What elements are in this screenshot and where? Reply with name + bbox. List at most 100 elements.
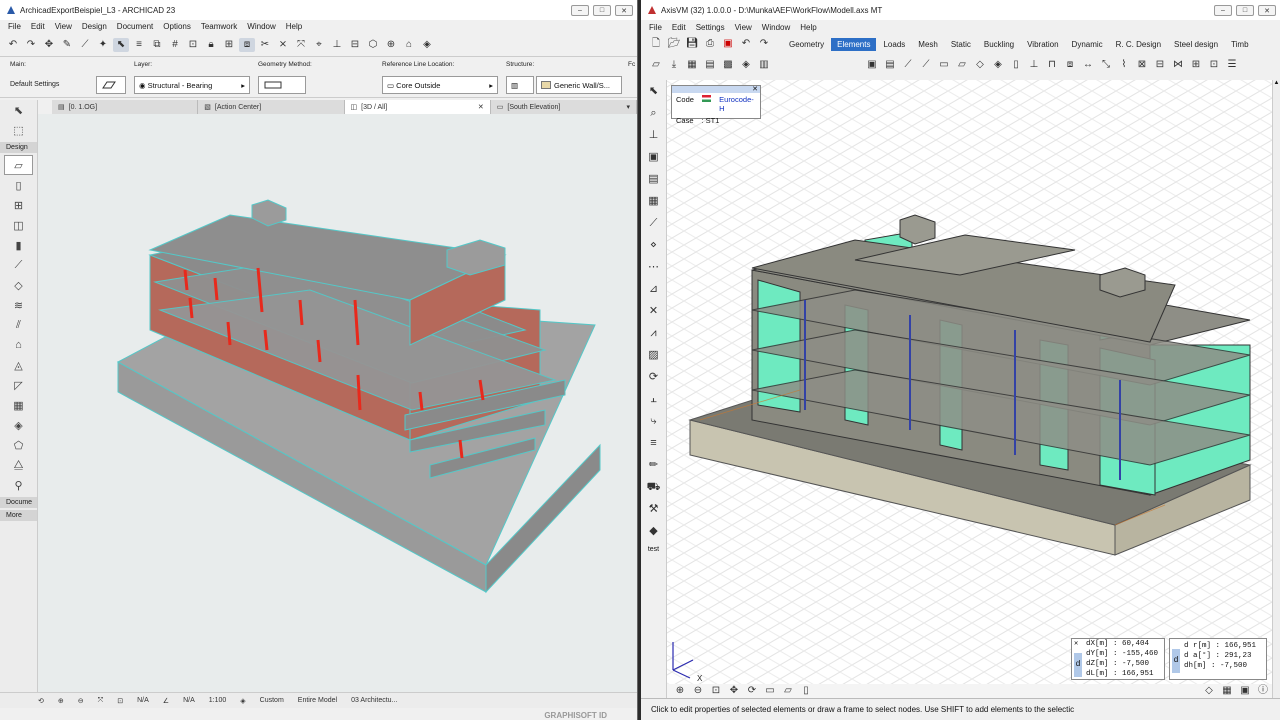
skylight-tool-icon[interactable]: ◸ [0, 375, 37, 395]
gallery-icon[interactable]: ▩ [720, 58, 736, 72]
mesh-tool-icon[interactable]: ⧋ [0, 455, 37, 475]
grid-snap-icon[interactable]: ⋯ [645, 260, 663, 276]
arch-value[interactable]: 03 Architectu... [351, 697, 397, 704]
tab-elements[interactable]: Elements [831, 37, 877, 51]
tab-floor-plan[interactable]: ▤ [0. 1.OG] [52, 100, 199, 114]
beam-tool-icon[interactable]: ⟋ [0, 255, 37, 275]
tab-list-icon[interactable]: ▾ [626, 103, 630, 111]
open-file-icon[interactable]: 📂︎ [666, 37, 682, 51]
zoom-fit-icon[interactable]: ⊡ [708, 684, 724, 698]
car-icon[interactable]: ⛟ [645, 480, 663, 496]
design-header[interactable]: Design [0, 142, 37, 153]
menu-view[interactable]: View [55, 22, 72, 31]
menu-teamwork[interactable]: Teamwork [201, 22, 237, 31]
rib-icon[interactable]: ▭ [936, 58, 952, 72]
menu-window[interactable]: Window [247, 22, 275, 31]
pan-icon[interactable]: ⤧ [98, 697, 104, 705]
wall-shape-button[interactable] [96, 76, 126, 94]
properties-icon[interactable]: ☰ [1224, 58, 1240, 72]
materials-icon[interactable]: ▣ [864, 58, 880, 72]
render-icon[interactable]: ⌂ [401, 38, 417, 52]
spring-icon[interactable]: ⌇ [1116, 58, 1132, 72]
column-tool-icon[interactable]: ▮ [0, 235, 37, 255]
railing-tool-icon[interactable]: ⫽ [0, 315, 37, 335]
elevation-icon[interactable]: ⊥ [329, 38, 345, 52]
close-button[interactable]: ✕ [615, 5, 633, 16]
trim-icon[interactable]: ✂ [257, 38, 273, 52]
close-panel-icon[interactable]: ✕ [752, 85, 758, 93]
side-view-icon[interactable]: ▯ [798, 684, 814, 698]
surface-support-icon[interactable]: ⧈ [1062, 58, 1078, 72]
3d-view-icon[interactable]: ⬡ [365, 38, 381, 52]
shell-icon[interactable]: ◈ [990, 58, 1006, 72]
axisvm-3d-view[interactable]: Z Y X [667, 80, 1272, 698]
zone-tool-icon[interactable]: ⬠ [0, 435, 37, 455]
menu-settings[interactable]: Settings [696, 23, 725, 32]
wall-icon[interactable]: ▯ [1008, 58, 1024, 72]
scroll-up-icon[interactable]: ▲ [1273, 80, 1280, 86]
print-icon[interactable]: ⎙ [702, 37, 718, 51]
more-header[interactable]: More [0, 510, 37, 521]
menu-design[interactable]: Design [82, 22, 107, 31]
wrench-icon[interactable]: ⚒ [645, 502, 663, 518]
tab-vibration[interactable]: Vibration [1021, 38, 1064, 51]
test-label[interactable]: test [641, 546, 666, 553]
zoom-out-icon[interactable]: ⊖ [78, 697, 84, 705]
maximize-button[interactable]: □ [1236, 5, 1254, 16]
refline-select[interactable]: ▭ Core Outside ▸ [382, 76, 498, 94]
info-icon[interactable]: ⓘ [1255, 684, 1271, 698]
report-icon[interactable]: ▤ [702, 58, 718, 72]
adjust-icon[interactable]: ⤧ [293, 38, 309, 52]
archicad-3d-view[interactable] [38, 114, 637, 692]
tab-geometry[interactable]: Geometry [783, 38, 830, 51]
path-icon[interactable]: ⤷ [645, 414, 663, 430]
reference-icon[interactable]: ⊡ [1206, 58, 1222, 72]
tab-3d-all[interactable]: ◫ [3D / All] ✕ [344, 100, 491, 114]
rotate-view-icon[interactable]: ⟳ [744, 684, 760, 698]
tab-rc-design[interactable]: R. C. Design [1110, 38, 1167, 51]
cross-sections-icon[interactable]: ▤ [882, 58, 898, 72]
close-coords-icon[interactable]: ✕ [1074, 639, 1078, 648]
rigid-body-icon[interactable]: ⊠ [1134, 58, 1150, 72]
zoom-icon[interactable]: ⌕ [645, 106, 663, 122]
fit-icon[interactable]: ⊡ [117, 697, 123, 705]
gap-icon[interactable]: ↔ [1080, 58, 1096, 72]
new-file-icon[interactable]: 🗋︎ [648, 37, 664, 51]
tab-south-elevation[interactable]: ▭ [South Elevation] ▾ [491, 100, 637, 114]
diaphragm-icon[interactable]: ⊟ [1152, 58, 1168, 72]
edge-support-icon[interactable]: ⊓ [1044, 58, 1060, 72]
undo-icon[interactable]: ↶ [738, 37, 754, 51]
na-value-1[interactable]: N/A [137, 697, 149, 704]
undo-icon[interactable]: ↶ [5, 38, 21, 52]
select-arrow-icon[interactable]: ⬉ [113, 38, 129, 52]
redo-icon[interactable]: ↷ [23, 38, 39, 52]
maximize-button[interactable]: □ [593, 5, 611, 16]
wall-view-icon[interactable]: ⫠ [645, 392, 663, 408]
vertical-scrollbar[interactable]: ▲ [1272, 80, 1280, 698]
pan-icon[interactable]: ✥ [726, 684, 742, 698]
menu-options[interactable]: Options [163, 22, 191, 31]
na-value-2[interactable]: N/A [183, 697, 195, 704]
select-icon[interactable]: ⬉ [645, 84, 663, 100]
rotate-icon[interactable]: ⟳ [645, 370, 663, 386]
window-tool-icon[interactable]: ⊞ [0, 195, 37, 215]
support-icon[interactable]: ⊥ [1026, 58, 1042, 72]
menu-help[interactable]: Help [800, 23, 816, 32]
minimize-button[interactable]: – [1214, 5, 1232, 16]
morph-tool-icon[interactable]: ◈ [0, 415, 37, 435]
calculator-icon[interactable]: ▥ [756, 58, 772, 72]
guide-icon[interactable]: ⊡ [185, 38, 201, 52]
menu-file[interactable]: File [8, 22, 21, 31]
link-icon[interactable]: ⤡ [1098, 58, 1114, 72]
wall-tool-icon[interactable]: ▱ [4, 155, 33, 175]
menu-view[interactable]: View [735, 23, 752, 32]
close-tab-icon[interactable]: ✕ [478, 103, 484, 111]
level-icon[interactable]: ≡ [645, 436, 663, 452]
tab-action-center[interactable]: ▧ [Action Center] [198, 100, 345, 114]
fill-icon[interactable]: ▨ [645, 348, 663, 364]
suspend-groups-icon[interactable]: ⊞ [221, 38, 237, 52]
redo-icon[interactable]: ↷ [756, 37, 772, 51]
render-cube-icon[interactable]: ▣ [645, 150, 663, 166]
composite-select[interactable]: Generic Wall/S... [536, 76, 622, 94]
marquee-tool-icon[interactable]: ⬚ [0, 120, 37, 140]
